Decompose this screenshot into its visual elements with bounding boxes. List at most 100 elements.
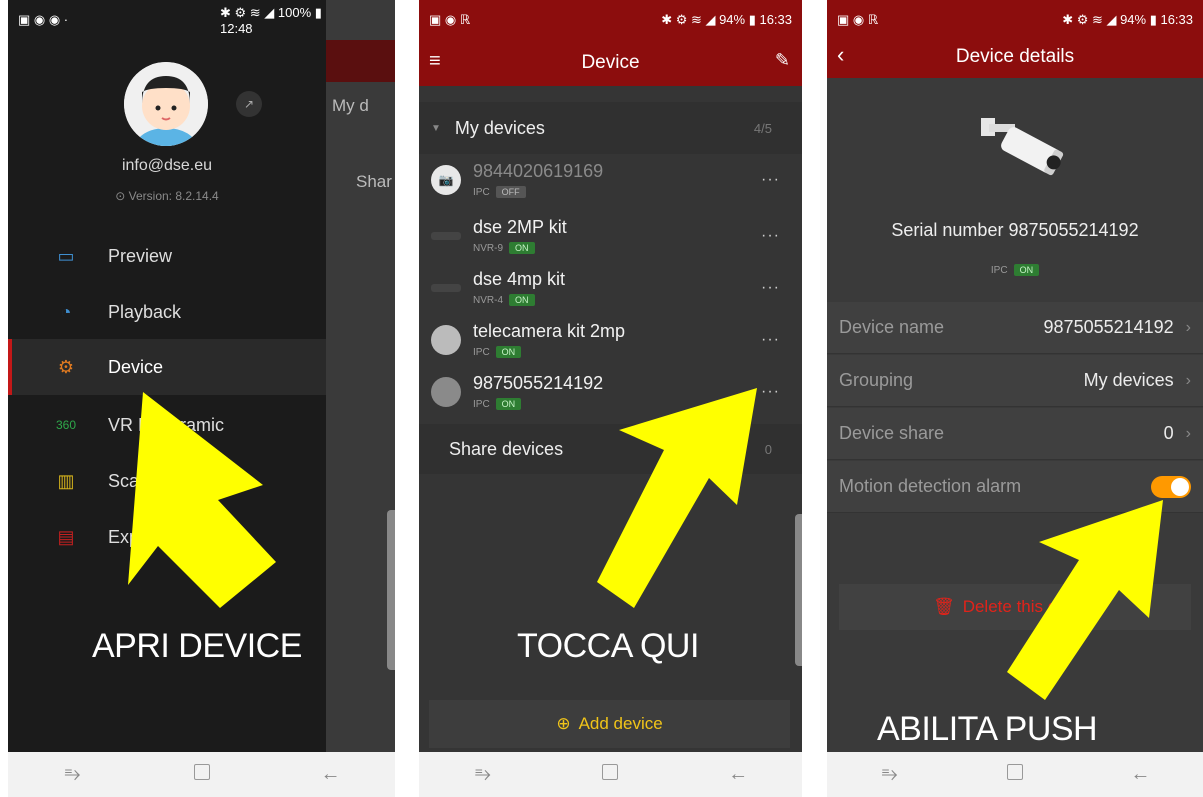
device-name: 9875055214192	[473, 372, 604, 393]
row-label: Device share	[839, 423, 945, 443]
background-item: My d	[332, 96, 369, 115]
group-title: Share devices	[449, 438, 564, 459]
device-row[interactable]: telecamera kit 2mp IPC ON ···	[431, 314, 780, 366]
experience-icon: ▤	[57, 526, 75, 547]
screenshot-device-list: ▣ ◉ ℝ ✱ ⚙ ≋ ◢ 94% ▮ 16:33 ≡ Device ✎ ▼ M…	[419, 0, 802, 797]
device-row[interactable]: dse 4mp kit NVR-4 ON ···	[431, 262, 780, 314]
status-right: ✱ ⚙ ≋ ◢ 94% ▮ 16:33	[661, 12, 792, 27]
menu-label: Experience	[108, 526, 199, 547]
device-row[interactable]: 9875055214192 IPC ON ···	[431, 366, 780, 418]
menu-item-scan[interactable]: ▥ Scan	[8, 453, 326, 509]
menu-label: Playback	[108, 301, 182, 322]
nvr-thumbnail-icon	[431, 284, 461, 292]
chevron-right-icon: ›	[1185, 371, 1191, 389]
more-options-button[interactable]: ···	[761, 171, 780, 189]
status-badge: ON	[495, 345, 522, 358]
android-nav-bar: ⥱ ←	[8, 752, 395, 797]
android-nav-bar: ⥱ ←	[419, 752, 802, 797]
row-device-name[interactable]: Device name 9875055214192 ›	[827, 302, 1203, 354]
device-type: NVR-9	[473, 242, 504, 254]
back-button[interactable]: ←	[718, 763, 758, 786]
menu-label: VR Panoramic	[108, 414, 225, 435]
more-options-button[interactable]: ···	[761, 331, 780, 349]
more-options-button[interactable]: ···	[761, 227, 780, 245]
screenshot-device-details: ▣ ◉ ℝ ✱ ⚙ ≋ ◢ 94% ▮ 16:33 ‹ Device detai…	[827, 0, 1203, 797]
chevron-right-icon: ›	[1185, 424, 1191, 442]
more-options-button[interactable]: ···	[761, 279, 780, 297]
page-title: Device	[581, 52, 640, 73]
device-name: dse 2MP kit	[473, 216, 567, 237]
menu-item-preview[interactable]: ▭ Preview	[8, 228, 326, 284]
row-value: 9875055214192	[1043, 317, 1174, 337]
group-count: 0	[764, 441, 772, 457]
home-button[interactable]	[995, 763, 1035, 786]
device-type: NVR-4	[473, 294, 504, 306]
background-device-page: My d Shar	[326, 0, 395, 752]
row-value: My devices	[1083, 370, 1174, 390]
chevron-right-icon: ›	[1185, 318, 1191, 336]
row-grouping[interactable]: Grouping My devices ›	[827, 355, 1203, 407]
edit-icon[interactable]: ✎	[775, 50, 790, 71]
menu-item-experience[interactable]: ▤ Experience	[8, 509, 326, 565]
status-badge: ON	[509, 241, 535, 254]
delete-label: Delete this device	[962, 597, 1097, 616]
group-header-my-devices[interactable]: ▼ My devices 4/5	[419, 102, 802, 154]
back-button[interactable]: ←	[1120, 763, 1160, 786]
add-device-button[interactable]: ⊕ Add device	[429, 700, 790, 748]
status-badge: OFF	[495, 185, 526, 198]
status-right: ✱ ⚙ ≋ ◢ 94% ▮ 16:33	[1062, 12, 1193, 27]
menu-label: Preview	[108, 245, 173, 266]
device-name: 9844020619169	[473, 160, 604, 181]
status-badge: ON	[495, 397, 522, 410]
recent-apps-button[interactable]: ⥱	[870, 763, 910, 786]
group-title: My devices	[454, 117, 545, 138]
more-options-button[interactable]: ···	[761, 383, 780, 401]
home-button[interactable]	[590, 763, 630, 786]
camera-icon: ▭	[57, 245, 75, 266]
version-text: Version: 8.2.14.4	[128, 189, 219, 203]
status-left-icons: ▣ ◉ ◉ ·	[18, 12, 69, 27]
account-email: info@dse.eu	[121, 157, 213, 174]
row-label: Motion detection alarm	[839, 476, 1022, 496]
screen: ▣ ◉ ℝ ✱ ⚙ ≋ ◢ 94% ▮ 16:33 ≡ Device ✎ ▼ M…	[419, 0, 802, 752]
share-icon[interactable]: ↗	[236, 91, 262, 117]
device-row[interactable]: 📷 9844020619169 IPC OFF ···	[431, 154, 780, 206]
playback-icon: ◔	[60, 301, 72, 322]
camera-thumbnail-icon: 📷	[431, 165, 461, 195]
menu-label: Device	[108, 356, 164, 377]
group-header-share-devices[interactable]: Share devices 0	[419, 424, 802, 474]
status-left-icons: ▣ ◉ ℝ	[429, 12, 471, 27]
home-button[interactable]	[182, 763, 222, 786]
version-icon: ⊙	[115, 189, 129, 203]
status-badge: ON	[509, 293, 535, 306]
motion-alarm-toggle[interactable]	[1151, 475, 1191, 498]
nvr-thumbnail-icon	[431, 232, 461, 240]
annotation-caption: ABILITA PUSH	[877, 710, 1098, 748]
row-motion-detection: Motion detection alarm	[827, 461, 1203, 513]
device-type: IPC	[473, 398, 490, 410]
scroll-handle[interactable]	[795, 514, 802, 666]
status-bar: ▣ ◉ ℝ ✱ ⚙ ≋ ◢ 94% ▮ 16:33	[827, 0, 1203, 40]
serial-number: Serial number 9875055214192	[891, 220, 1139, 240]
device-camera-image	[977, 110, 1067, 190]
avatar[interactable]	[124, 62, 208, 146]
panoramic-icon: 360	[55, 418, 77, 432]
delete-device-button[interactable]: 🗑 Delete this device	[839, 584, 1191, 630]
scroll-handle[interactable]	[387, 510, 395, 670]
menu-item-device[interactable]: ⚙ Device	[8, 339, 326, 395]
plus-circle-icon: ⊕	[556, 714, 571, 733]
status-bar: ▣ ◉ ◉ · ✱ ⚙ ≋ ◢ 100% ▮ 12:48	[8, 0, 326, 40]
status-right: ✱ ⚙ ≋ ◢ 100% ▮ 12:48	[220, 4, 322, 36]
status-bar: ▣ ◉ ℝ ✱ ⚙ ≋ ◢ 94% ▮ 16:33	[419, 0, 802, 40]
back-button[interactable]: ←	[311, 763, 351, 786]
device-row[interactable]: dse 2MP kit NVR-9 ON ···	[431, 210, 780, 262]
recent-apps-button[interactable]: ⥱	[463, 763, 503, 786]
status-badge: ON	[1013, 264, 1040, 276]
menu-item-playback[interactable]: ◔ Playback	[8, 284, 326, 340]
status-left-icons: ▣ ◉ ℝ	[837, 12, 879, 27]
camera-thumbnail-icon	[431, 377, 461, 407]
recent-apps-button[interactable]: ⥱	[53, 763, 93, 786]
barcode-icon: ▥	[57, 470, 75, 491]
menu-item-vr-panoramic[interactable]: 360 VR Panoramic	[8, 397, 326, 453]
row-device-share[interactable]: Device share 0 ›	[827, 408, 1203, 460]
